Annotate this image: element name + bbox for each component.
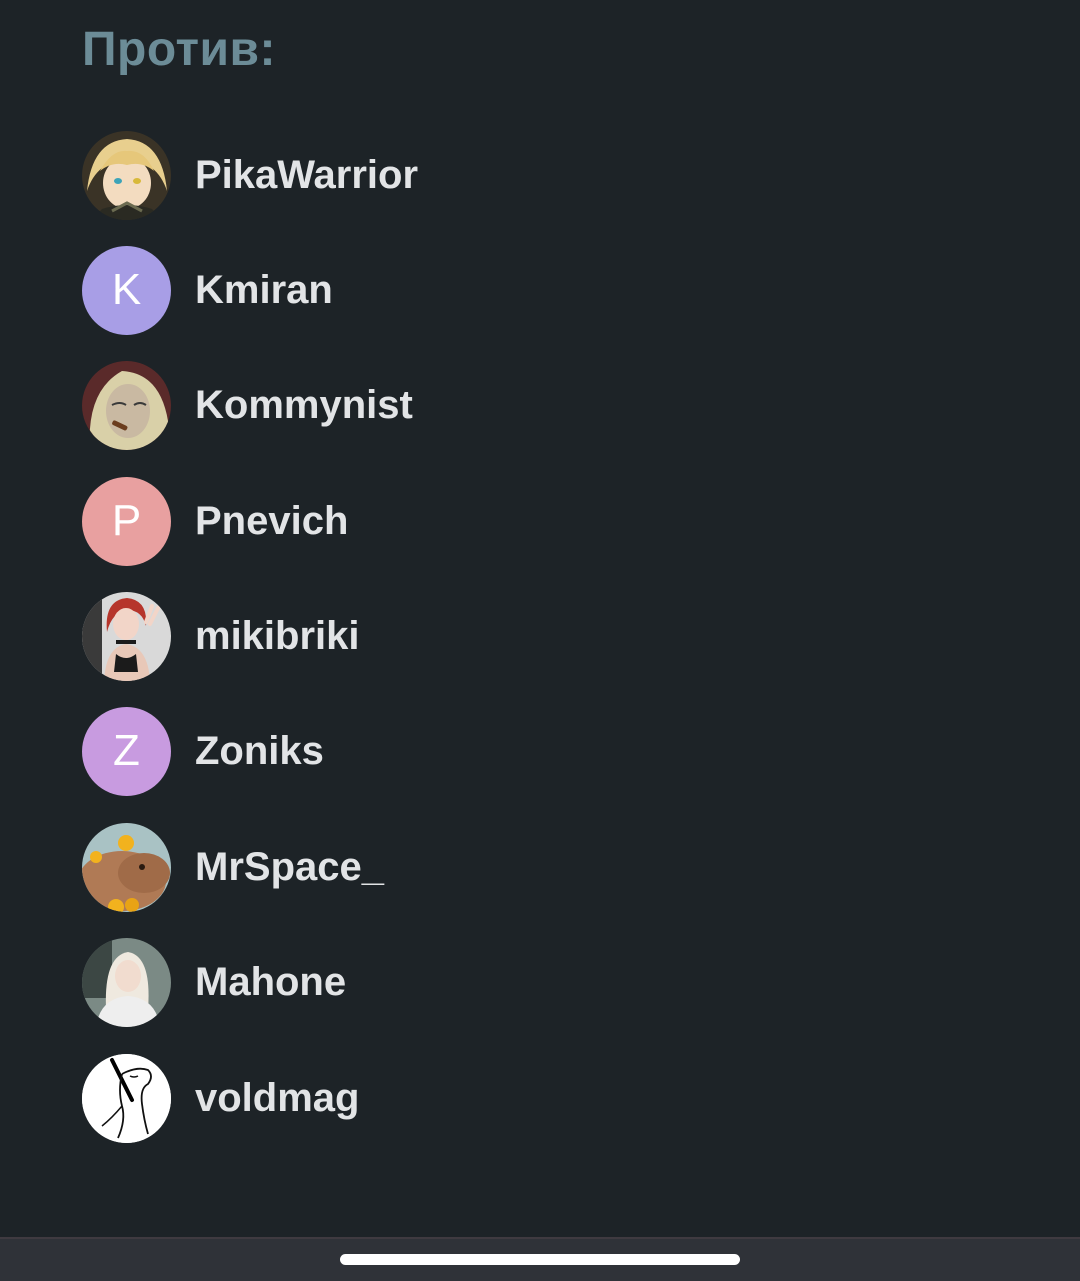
line-sketch-avatar[interactable] xyxy=(82,1053,171,1143)
voter-username[interactable]: Mahone xyxy=(195,958,346,1006)
system-navigation-bar xyxy=(0,1237,1080,1281)
red-haired-woman-avatar[interactable] xyxy=(82,591,171,681)
capybara-with-oranges-avatar[interactable] xyxy=(82,822,171,912)
voter-username[interactable]: Kommynist xyxy=(195,381,413,429)
voter-username[interactable]: PikaWarrior xyxy=(195,151,418,199)
voter-row[interactable]: mikibriki xyxy=(82,591,982,681)
voter-row[interactable]: MrSpace_ xyxy=(82,822,982,912)
voter-username[interactable]: Kmiran xyxy=(195,266,333,314)
avatar-letter: P xyxy=(111,496,142,545)
section-heading: Против: xyxy=(82,23,276,76)
letter-avatar[interactable]: P xyxy=(82,476,171,566)
voter-row[interactable]: K Kmiran xyxy=(82,245,982,335)
voter-row[interactable]: Z Zoniks xyxy=(82,706,982,796)
voter-username[interactable]: mikibriki xyxy=(195,612,360,660)
blonde-woman-avatar[interactable] xyxy=(82,937,171,1027)
anime-blonde-character-avatar[interactable] xyxy=(82,130,171,220)
home-indicator[interactable] xyxy=(340,1254,740,1265)
avatar-letter: Z xyxy=(113,726,140,775)
voter-username[interactable]: Zoniks xyxy=(195,727,324,775)
avatar-letter: K xyxy=(111,265,142,314)
anime-character-with-cigar-avatar[interactable] xyxy=(82,360,171,450)
voter-row[interactable]: Kommynist xyxy=(82,360,982,450)
letter-avatar[interactable]: Z xyxy=(82,706,171,796)
voter-row[interactable]: voldmag xyxy=(82,1053,982,1143)
voter-row[interactable]: PikaWarrior xyxy=(82,130,982,220)
voter-row[interactable]: P Pnevich xyxy=(82,476,982,566)
letter-avatar[interactable]: K xyxy=(82,245,171,335)
voter-username[interactable]: MrSpace_ xyxy=(195,843,384,891)
voter-username[interactable]: Pnevich xyxy=(195,497,348,545)
voter-row[interactable]: Mahone xyxy=(82,937,982,1027)
voter-username[interactable]: voldmag xyxy=(195,1074,359,1122)
